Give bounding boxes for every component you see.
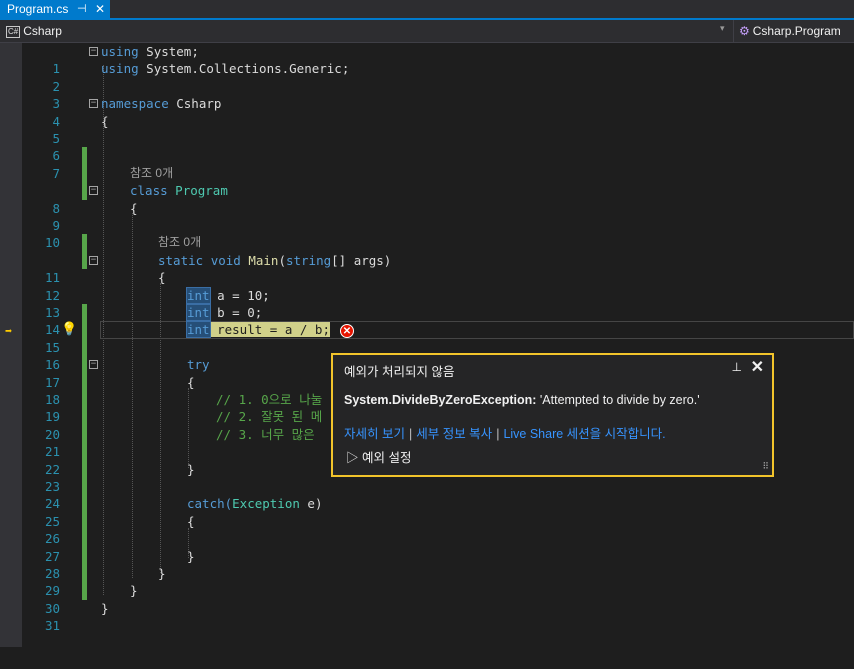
popup-links: 자세히 보기 | 세부 정보 복사 | Live Share 세션을 시작합니다. xyxy=(344,423,666,442)
exception-settings-label: 예외 설정 xyxy=(362,451,412,465)
code-line: 11 − static void Main(string[] args) xyxy=(0,252,854,285)
navigation-bar: C# Csharp ▾ ⚙ Csharp.Program xyxy=(0,20,854,43)
code-text: } xyxy=(158,566,166,581)
project-selector[interactable]: C# Csharp xyxy=(6,23,62,39)
code-line: 9 { xyxy=(0,200,854,252)
type-name: Csharp.Program xyxy=(752,24,841,38)
code-line: 31 } xyxy=(0,600,854,633)
code-text: { xyxy=(187,374,195,390)
code-text: namespace Csharp xyxy=(101,96,222,112)
code-line: 29 } xyxy=(0,565,854,598)
code-comment: // 2. 잘못 된 메 xyxy=(216,409,323,425)
code-line: 1 − using System; xyxy=(0,43,854,76)
exception-settings-toggle[interactable]: ▷ 예외 설정 xyxy=(346,447,411,466)
code-text: class Program xyxy=(130,183,228,199)
code-comment: // 1. 0으로 나눌 xyxy=(216,392,323,407)
code-text: static void Main(string[] args) xyxy=(158,252,392,268)
code-line: 3 xyxy=(0,78,854,111)
code-line: 14 int b = 0; xyxy=(0,304,854,357)
chevron-down-icon[interactable]: ▾ xyxy=(720,23,725,34)
link-separator: | xyxy=(408,427,413,441)
type-selector[interactable]: ⚙ Csharp.Program xyxy=(739,23,841,39)
collapse-icon[interactable]: − xyxy=(89,360,98,370)
resize-grip-icon[interactable]: ⠿ xyxy=(762,461,769,472)
popup-title: 예외가 처리되지 않음 xyxy=(344,365,455,379)
class-icon: ⚙ xyxy=(739,24,750,38)
code-text: try xyxy=(187,357,210,373)
link-separator: | xyxy=(496,427,500,441)
code-line: 27 xyxy=(0,530,854,583)
code-line: 5 { xyxy=(0,113,854,165)
exception-text: 'Attempted to divide by zero.' xyxy=(536,393,700,407)
tab-bar: Program.cs ⊣ ✕ xyxy=(0,0,854,20)
close-icon[interactable]: ✕ xyxy=(95,0,105,18)
code-line: 28 } xyxy=(0,548,854,600)
code-text: { xyxy=(130,200,138,216)
collapse-icon[interactable]: − xyxy=(89,47,98,56)
code-line-current: 15 int result = a / b; xyxy=(0,321,854,374)
code-text: int a = 10; xyxy=(186,286,270,304)
code-editor[interactable]: ➡ 💡 1 − using System; 2 using System.Col… xyxy=(0,43,854,647)
code-line: 4 − namespace Csharp xyxy=(0,95,854,128)
code-text: } xyxy=(187,548,195,564)
code-text: using System.Collections.Generic; xyxy=(101,61,350,77)
error-icon[interactable]: ✕ xyxy=(340,324,354,338)
code-line: 26 { xyxy=(0,513,854,565)
code-comment: // 3. 너무 많은 xyxy=(216,426,315,442)
code-text: { xyxy=(101,113,109,129)
line-number: 31 xyxy=(44,618,60,634)
tab-title: Program.cs xyxy=(7,2,69,16)
collapse-icon[interactable]: − xyxy=(89,186,98,196)
code-text: } xyxy=(187,461,195,477)
live-share-link[interactable]: Live Share 세션을 시작합니다. xyxy=(503,427,665,441)
code-line: 12 { xyxy=(0,269,854,322)
code-line: 6 xyxy=(0,130,854,183)
code-text: } xyxy=(101,600,109,616)
code-text: using System; xyxy=(101,44,199,59)
pin-icon[interactable]: ⊥ xyxy=(732,360,742,374)
tab-program-cs[interactable]: Program.cs ⊣ ✕ xyxy=(0,0,110,18)
collapse-icon[interactable]: − xyxy=(89,255,98,265)
code-line: 13 int a = 10; xyxy=(0,286,854,339)
code-text: } xyxy=(130,583,138,599)
code-text: catch(Exception e) xyxy=(187,496,323,512)
code-line: 25 catch(Exception e) xyxy=(0,495,854,548)
code-line: 30 } xyxy=(0,582,854,615)
exception-type: System.DivideByZeroException: xyxy=(344,393,537,407)
csharp-project-icon: C# xyxy=(6,25,21,38)
code-text: { xyxy=(158,270,166,286)
codelens-line: 참조 0개 xyxy=(0,165,854,182)
expand-arrow-icon: ▷ xyxy=(346,451,359,465)
view-details-link[interactable]: 자세히 보기 xyxy=(344,427,405,441)
project-name: Csharp xyxy=(23,24,62,38)
reference-count[interactable]: 참조 0개 xyxy=(130,165,173,182)
code-line: 24 xyxy=(0,478,854,531)
reference-count[interactable]: 참조 0개 xyxy=(158,234,201,251)
close-icon[interactable]: ✕ xyxy=(751,357,764,377)
divider xyxy=(733,20,734,42)
code-line: 2 using System.Collections.Generic; xyxy=(0,60,854,93)
code-text: { xyxy=(187,513,195,529)
code-line: 8 − class Program xyxy=(0,182,854,215)
current-statement: result = a / b; xyxy=(209,322,330,338)
codelens-line: 참조 0개 xyxy=(0,234,854,251)
code-line: 7 xyxy=(0,147,854,200)
exception-popup: 예외가 처리되지 않음 ⊥ ✕ System.DivideByZeroExcep… xyxy=(331,353,774,477)
copy-details-link[interactable]: 세부 정보 복사 xyxy=(416,427,492,441)
exception-message: System.DivideByZeroException: 'Attempted… xyxy=(344,393,700,407)
code-text: int result = a / b; xyxy=(186,321,330,339)
code-text: int b = 0; xyxy=(186,304,263,321)
pin-icon[interactable]: ⊣ xyxy=(77,0,87,18)
code-line: 10 xyxy=(0,217,854,270)
collapse-icon[interactable]: − xyxy=(89,99,98,109)
